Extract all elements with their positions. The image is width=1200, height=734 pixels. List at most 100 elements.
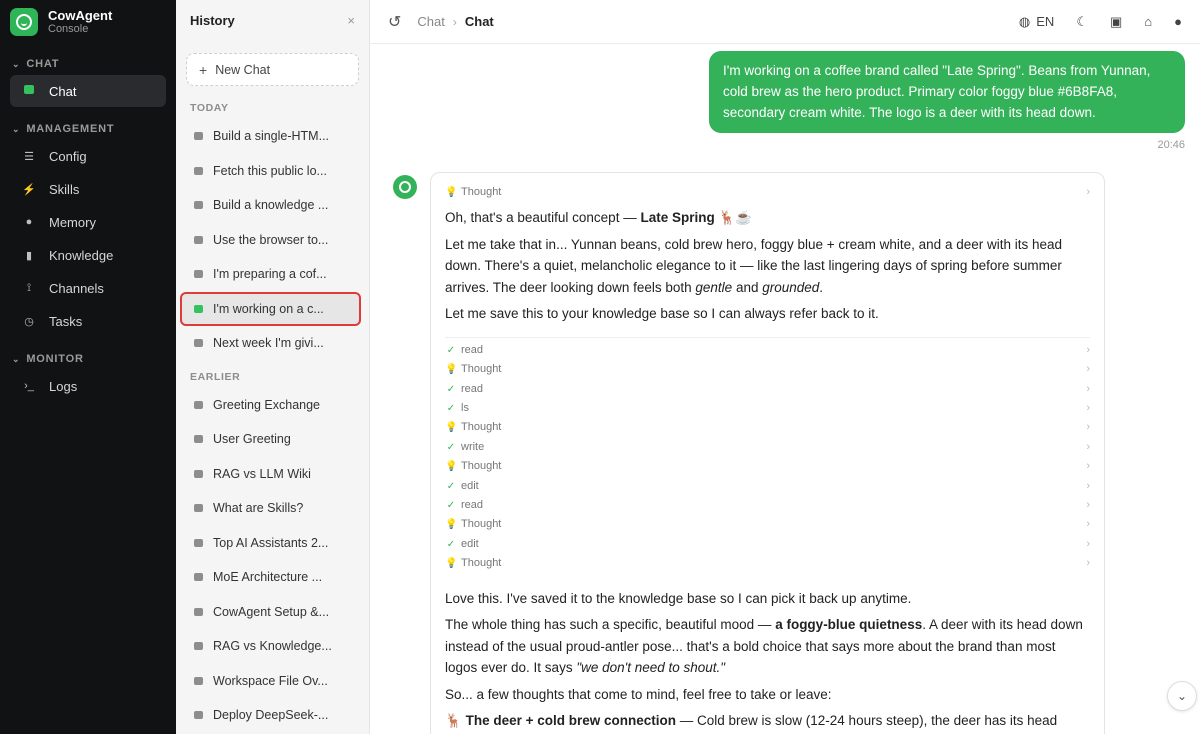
assistant-message: 💡 Thought › Oh, that's a beautiful conce… (430, 172, 1105, 734)
nav-item-tasks[interactable]: ◷ Tasks (10, 305, 166, 337)
nav-item-chat[interactable]: Chat (10, 75, 166, 107)
brand-subtitle: Console (48, 22, 89, 35)
history-item[interactable]: User Greeting (176, 422, 361, 457)
nav-section-chat[interactable]: ⌄ CHAT (0, 54, 176, 74)
new-chat-label: New Chat (215, 62, 271, 77)
thought-toggle[interactable]: 💡 Thought › (445, 183, 1090, 202)
tool-step[interactable]: ✓ write › (445, 438, 1090, 457)
nav-item-memory[interactable]: ● Memory (10, 206, 166, 238)
chat-bubble-icon (194, 304, 203, 313)
tool-step[interactable]: 💡 Thought › (445, 360, 1090, 379)
chat-icon (22, 85, 36, 97)
tool-step[interactable]: 💡 Thought › (445, 554, 1090, 573)
nav-item-config[interactable]: ☰ Config (10, 140, 166, 172)
docs-icon[interactable]: ▣ (1110, 14, 1122, 30)
nav-item-label: Tasks (49, 313, 83, 329)
globe-icon: ◍ (1018, 13, 1031, 29)
history-item[interactable]: I'm preparing a cof... (176, 257, 361, 292)
nav-item-knowledge[interactable]: ▮ Knowledge (10, 239, 166, 271)
message-paragraph: So... a few thoughts that come to mind, … (445, 686, 832, 702)
breadcrumb-parent[interactable]: Chat (417, 14, 444, 29)
clock-icon: ◷ (24, 315, 34, 328)
nav-item-label: Channels (49, 280, 104, 296)
chevron-down-icon: ⌄ (1176, 689, 1188, 703)
tool-step[interactable]: ✓ ls › (445, 399, 1090, 418)
language-label: EN (1036, 14, 1055, 29)
history-title: History (190, 12, 235, 28)
chevron-down-icon: ⌄ (12, 58, 21, 69)
nav-item-label: Config (49, 148, 87, 164)
check-icon: ✓ (446, 499, 456, 511)
chat-bubble-icon (194, 538, 203, 547)
nav-section-label: MONITOR (26, 353, 84, 365)
chevron-right-icon: › (1086, 440, 1090, 453)
tool-step[interactable]: ✓ edit › (445, 535, 1090, 554)
check-icon: ✓ (446, 403, 456, 415)
history-item-active[interactable]: I'm working on a c... (180, 291, 361, 326)
tool-step-label: ls (461, 402, 469, 415)
close-icon[interactable]: × (347, 13, 355, 28)
nav-item-label: Skills (49, 181, 80, 197)
tool-step[interactable]: 💡 Thought › (445, 457, 1090, 476)
lightbulb-icon: 💡 (445, 461, 458, 473)
message-paragraph: Let me save this to your knowledge base … (445, 306, 879, 322)
nav-item-channels[interactable]: ⟟ Channels (10, 272, 166, 304)
tool-step[interactable]: 💡 Thought › (445, 418, 1090, 437)
history-item[interactable]: MoE Architecture ... (176, 560, 361, 595)
topbar: ↺ Chat › Chat ◍ EN ☾ ▣ ⌂ ● (370, 0, 1200, 44)
tool-step[interactable]: 💡 Thought › (445, 515, 1090, 534)
moon-icon[interactable]: ☾ (1076, 14, 1088, 30)
nav-section-label: CHAT (26, 58, 60, 70)
message-timestamp: 20:46 (1157, 139, 1185, 151)
github-icon[interactable]: ● (1174, 14, 1182, 29)
nav-item-label: Chat (49, 83, 77, 99)
history-item[interactable]: Use the browser to... (176, 223, 361, 258)
history-item[interactable]: What are Skills? (176, 491, 361, 526)
history-item[interactable]: RAG vs Knowledge... (176, 629, 361, 664)
chevron-right-icon: › (1086, 460, 1090, 473)
tool-step[interactable]: ✓ read › (445, 341, 1090, 360)
lightbulb-icon: 💡 (445, 558, 458, 570)
history-item[interactable]: Top AI Assistants 2... (176, 526, 361, 561)
chevron-right-icon: › (1086, 402, 1090, 415)
history-toggle-icon[interactable]: ↺ (388, 12, 401, 32)
lightbulb-icon: 💡 (445, 422, 458, 434)
chevron-right-icon: › (1086, 421, 1090, 434)
history-item[interactable]: Next week I'm givi... (176, 326, 361, 361)
tool-step[interactable]: ✓ read › (445, 380, 1090, 399)
history-item[interactable]: Workspace File Ov... (176, 664, 361, 699)
nav-section-management[interactable]: ⌄ MANAGEMENT (0, 119, 176, 139)
history-item[interactable]: Fetch this public lo... (176, 154, 361, 189)
terminal-icon: ›_ (24, 380, 34, 392)
history-panel: History × + New Chat TODAY Build a singl… (176, 0, 370, 734)
chevron-down-icon: ⌄ (12, 353, 21, 364)
chat-bubble-icon (194, 201, 203, 210)
chevron-right-icon: › (1086, 518, 1090, 531)
language-switch[interactable]: ◍ EN (1019, 14, 1054, 30)
nav-section-monitor[interactable]: ⌄ MONITOR (0, 349, 176, 369)
history-item[interactable]: Greeting Exchange (176, 388, 361, 423)
chat-bubble-icon (194, 676, 203, 685)
chat-bubble-icon (194, 469, 203, 478)
brand[interactable]: CowAgent Console (0, 0, 176, 44)
new-chat-button[interactable]: + New Chat (186, 53, 359, 86)
tool-step-label: Thought (461, 518, 502, 531)
nav-item-logs[interactable]: ›_ Logs (10, 370, 166, 402)
tool-step-label: Thought (461, 421, 502, 434)
home-icon[interactable]: ⌂ (1144, 14, 1152, 29)
chevron-right-icon: › (1086, 185, 1090, 198)
tool-step-label: read (461, 382, 484, 395)
tool-step[interactable]: ✓ edit › (445, 477, 1090, 496)
user-message: I'm working on a coffee brand called "La… (709, 51, 1185, 151)
sliders-icon: ☰ (24, 150, 34, 163)
history-item[interactable]: Build a single-HTM... (176, 119, 361, 154)
history-group-today: TODAY (190, 102, 229, 114)
tool-step[interactable]: ✓ read › (445, 496, 1090, 515)
history-item[interactable]: CowAgent Setup &... (176, 595, 361, 630)
history-item[interactable]: Deploy DeepSeek-... (176, 698, 361, 733)
nav-item-skills[interactable]: ⚡ Skills (10, 173, 166, 205)
history-item[interactable]: RAG vs LLM Wiki (176, 457, 361, 492)
history-item[interactable]: Build a knowledge ... (176, 188, 361, 223)
chevron-right-icon: › (1086, 557, 1090, 570)
scroll-down-button[interactable]: ⌄ (1167, 681, 1197, 711)
